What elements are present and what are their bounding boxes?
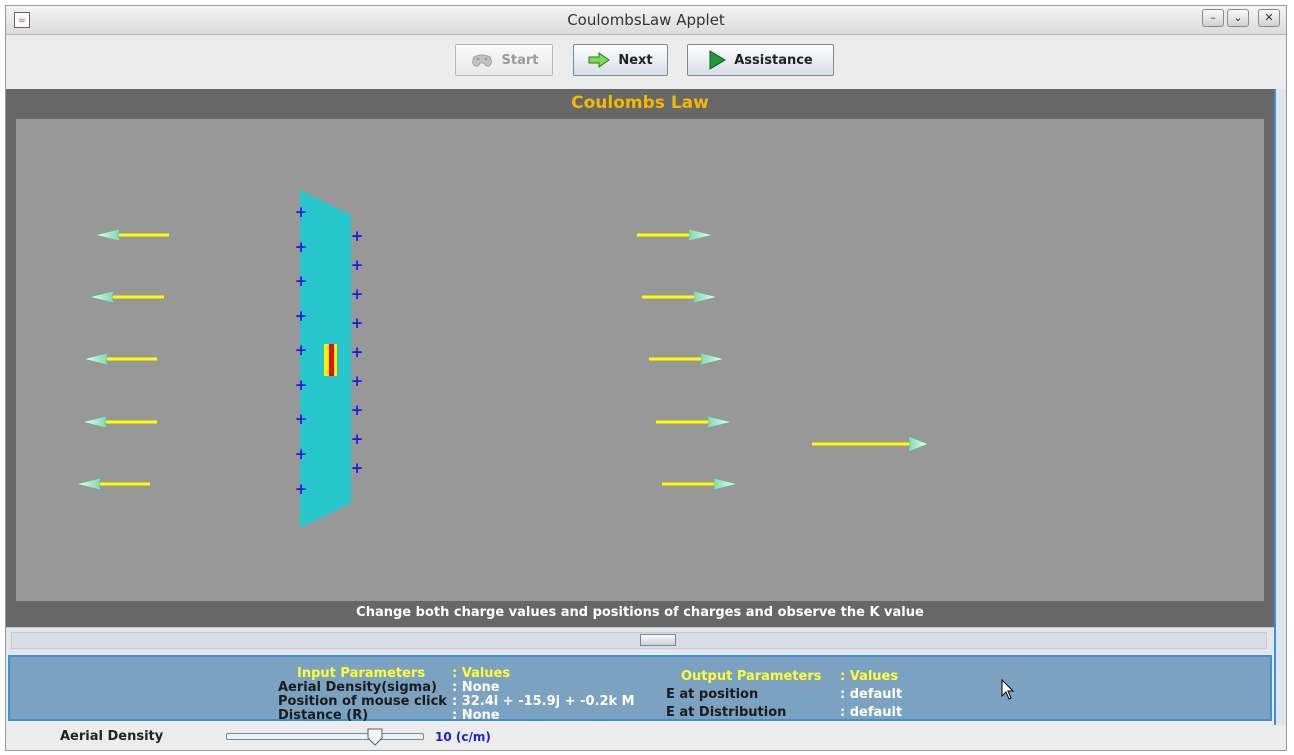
minimize-button[interactable]: – (1202, 9, 1224, 27)
input-param-label: Aerial Density(sigma) (278, 680, 437, 695)
plus-charge: + (351, 343, 364, 361)
next-button[interactable]: Next (573, 44, 668, 76)
input-param-value: : None (452, 708, 500, 723)
arrow-head (907, 435, 929, 453)
gamepad-icon (471, 54, 492, 67)
output-param-label: E at position (666, 687, 759, 702)
simulation-canvas[interactable]: + + + + + + + + + + + + + + + + + + (16, 119, 1264, 601)
input-param-label: Position of mouse click (278, 694, 447, 709)
plus-charge: + (295, 203, 308, 221)
plus-charge: + (351, 372, 364, 390)
input-param-label: Distance (R) (278, 708, 369, 723)
toolbar: Start Next Assistance (6, 35, 1286, 89)
plus-charge: + (295, 376, 308, 394)
plus-charge: + (351, 314, 364, 332)
plus-charge: + (351, 459, 364, 477)
start-label: Start (501, 52, 539, 68)
plus-charge: + (295, 445, 308, 463)
arrow-head (83, 352, 109, 366)
simulation-title: Coulombs Law (571, 93, 709, 113)
scrollbar-thumb[interactable] (640, 634, 676, 646)
arrow-head (82, 415, 108, 429)
title-bar: ☕ CoulombsLaw Applet – ⌄ ✕ (6, 6, 1286, 35)
arrow-head (692, 290, 718, 304)
aerial-density-label: Aerial Density (60, 729, 164, 744)
arrow-head (699, 352, 725, 366)
scrollbar-track[interactable] (11, 632, 1267, 649)
vertical-scrollbar[interactable] (1274, 89, 1286, 725)
plus-charge: + (351, 285, 364, 303)
output-param-label: E at Distribution (666, 705, 787, 720)
instruction-text: Change both charge values and positions … (356, 605, 924, 620)
plus-charge: + (351, 430, 364, 448)
arrow-head (706, 415, 732, 429)
mouse-pointer-icon (1001, 679, 1015, 700)
arrow-head (89, 290, 115, 304)
output-param-value: : default (840, 705, 903, 720)
plus-charge: + (295, 341, 308, 359)
arrow-head (95, 228, 121, 242)
arrow-head (712, 477, 738, 491)
aerial-density-slider[interactable] (226, 733, 424, 740)
output-values-header: : Values (840, 669, 899, 684)
output-param-value: : default (840, 687, 903, 702)
plus-charge: + (351, 256, 364, 274)
close-button[interactable]: ✕ (1258, 9, 1280, 27)
output-parameters-header: Output Parameters (681, 669, 822, 684)
applet-window: ☕ CoulombsLaw Applet – ⌄ ✕ Start Next As… (5, 5, 1287, 751)
arrow-head (76, 477, 102, 491)
horizontal-scrollbar[interactable] (6, 627, 1274, 654)
slider-thumb[interactable] (367, 728, 383, 746)
plus-charge: + (295, 410, 308, 428)
start-button[interactable]: Start (455, 44, 553, 76)
density-control-bar: Aerial Density 10 (c/m) (6, 726, 1286, 750)
play-icon (709, 50, 727, 70)
aerial-density-value: 10 (c/m) (435, 730, 491, 744)
assistance-button[interactable]: Assistance (687, 44, 834, 76)
input-param-value: : None (452, 680, 500, 695)
input-parameters-header: Input Parameters (297, 666, 426, 681)
window-title: CoulombsLaw Applet (567, 11, 725, 29)
maximize-button[interactable]: ⌄ (1227, 9, 1249, 27)
simulation-panel: Coulombs Law + + + + + + + + + + + + + +… (6, 89, 1274, 627)
parameters-panel: Input Parameters : Values Aerial Density… (8, 655, 1272, 723)
input-param-value: : 32.4i + -15.9j + -0.2k M (452, 694, 635, 709)
test-charge-marker (324, 344, 337, 376)
plus-charge: + (295, 238, 308, 256)
assistance-label: Assistance (734, 52, 813, 68)
plus-charge: + (351, 401, 364, 419)
arrow-right-icon (588, 52, 611, 68)
field-drawing: + + + + + + + + + + + + + + + + + + (76, 190, 929, 528)
input-values-header: : Values (452, 666, 511, 681)
next-label: Next (618, 52, 653, 68)
plus-charge: + (295, 272, 308, 290)
arrow-head (687, 228, 713, 242)
plus-charge: + (295, 307, 308, 325)
plus-charge: + (295, 480, 308, 498)
plus-charge: + (351, 227, 364, 245)
